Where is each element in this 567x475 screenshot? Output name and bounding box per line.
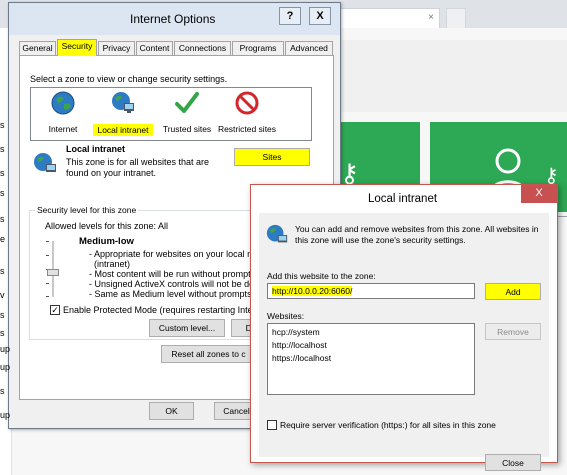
tab-programs[interactable]: Programs (232, 41, 284, 55)
zone-title: Local intranet (66, 144, 126, 154)
page-sidebar: s s s s s e s v s s up up s up (0, 28, 12, 475)
dialog-title: Internet Options (130, 12, 216, 26)
zone-local-intranet[interactable]: Local intranet (93, 90, 153, 136)
dialog-title: Local intranet (368, 193, 438, 205)
tab-close-icon[interactable]: × (428, 12, 434, 23)
browser-tab[interactable]: × (336, 8, 440, 28)
reset-all-zones-button[interactable]: Reset all zones to c (161, 345, 256, 363)
protected-mode-label: Enable Protected Mode (requires restarti… (63, 305, 261, 315)
dialog-body: You can add and remove websites from thi… (259, 213, 549, 471)
sidebar-letter: s (0, 214, 5, 224)
help-button[interactable]: ? (279, 7, 301, 25)
tab-content[interactable]: Content (136, 41, 173, 55)
sidebar-letter: s (0, 310, 5, 320)
sidebar-letter: v (0, 290, 5, 300)
add-website-input[interactable]: http://10.0.0.20:6060/ (267, 283, 475, 299)
zone-label: Internet (48, 124, 78, 134)
websites-list[interactable]: hcp://system http://localhost https://lo… (267, 323, 475, 395)
sidebar-letter: up (0, 344, 11, 354)
checkmark-icon (175, 92, 199, 113)
checkbox-check[interactable]: ✓ (50, 305, 60, 315)
key-icon: ⚷ (340, 158, 360, 188)
intranet-icon (266, 224, 288, 243)
local-intranet-dialog: Local intranet X You can add and remove … (250, 184, 558, 471)
info-text: You can add and remove websites from thi… (295, 224, 539, 245)
list-item[interactable]: https://localhost (272, 352, 474, 365)
tab-connections[interactable]: Connections (174, 41, 231, 55)
sidebar-letter: up (0, 410, 11, 420)
sidebar-letter: up (0, 362, 11, 372)
ok-button[interactable]: OK (149, 402, 194, 420)
close-button[interactable]: Close (485, 454, 541, 471)
zone-label: Trusted sites (162, 124, 212, 134)
websites-label: Websites: (267, 311, 305, 321)
zone-restricted-sites[interactable]: Restricted sites (217, 90, 277, 134)
tab-general[interactable]: General (19, 41, 56, 55)
dialog-titlebar: Internet Options ? X (9, 3, 340, 35)
tab-privacy[interactable]: Privacy (98, 41, 135, 55)
sidebar-letter: s (0, 328, 5, 338)
sidebar-letter: s (0, 188, 5, 198)
dialog-titlebar: Local intranet X (251, 185, 557, 213)
group-label: Security level for this zone (35, 205, 139, 215)
close-icon[interactable]: X (521, 185, 557, 203)
sidebar-letter: s (0, 144, 5, 154)
intranet-icon (34, 153, 56, 172)
page-banner (340, 40, 567, 112)
require-https-checkbox[interactable]: Require server verification (https:) for… (267, 419, 496, 431)
zone-label: Restricted sites (217, 124, 277, 134)
list-item[interactable]: http://localhost (272, 339, 474, 352)
custom-level-button[interactable]: Custom level... (149, 319, 225, 337)
intranet-icon (112, 92, 134, 113)
add-button[interactable]: Add (485, 283, 541, 300)
restricted-icon (235, 91, 259, 115)
zone-description: This zone is for all websites that are f… (66, 157, 210, 178)
level-slider[interactable] (46, 241, 60, 297)
require-https-label: Require server verification (https:) for… (280, 420, 496, 430)
zone-prompt: Select a zone to view or change security… (30, 74, 228, 84)
globe-icon (51, 91, 75, 115)
zone-trusted-sites[interactable]: Trusted sites (157, 90, 217, 134)
list-item[interactable]: hcp://system (272, 326, 474, 339)
sidebar-letter: s (0, 168, 5, 178)
remove-button[interactable]: Remove (485, 323, 541, 340)
checkbox[interactable] (267, 419, 277, 430)
key-icon: ⚷ (544, 165, 559, 187)
zone-list: Internet Local intranet Trusted sites Re… (30, 87, 312, 141)
slider-thumb[interactable] (47, 269, 59, 276)
level-name: Medium-low (79, 236, 134, 247)
sidebar-letter: e (0, 234, 6, 244)
tab-advanced[interactable]: Advanced (285, 41, 333, 55)
sites-button[interactable]: Sites (234, 148, 310, 166)
close-button[interactable]: X (309, 7, 331, 25)
sidebar-letter: s (0, 386, 5, 396)
input-value: http://10.0.0.20:6060/ (272, 286, 353, 296)
sidebar-letter: s (0, 120, 5, 130)
sidebar-letter: s (0, 266, 5, 276)
zone-internet[interactable]: Internet (39, 90, 87, 134)
zone-label: Local intranet (93, 124, 153, 136)
allowed-levels: Allowed levels for this zone: All (45, 221, 169, 231)
tab-security[interactable]: Security (57, 39, 97, 56)
add-website-label: Add this website to the zone: (267, 271, 376, 281)
new-tab-button[interactable] (446, 8, 466, 28)
